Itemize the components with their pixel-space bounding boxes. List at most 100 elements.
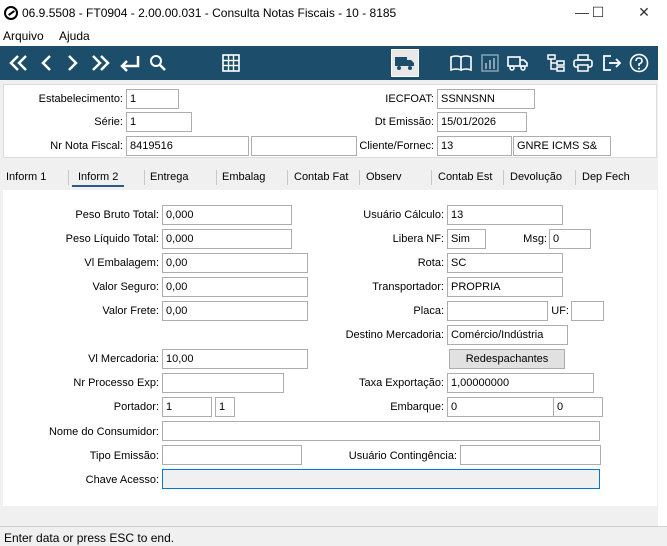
vl-mercadoria-field[interactable]: 10,00	[162, 349, 308, 369]
tab-devolucao[interactable]: Devolução	[510, 171, 562, 183]
prev-icon[interactable]	[36, 46, 56, 80]
libera-nf-label: Libera NF:	[392, 233, 444, 245]
embarque-field[interactable]: 0	[447, 397, 554, 417]
usuario-calculo-label: Usuário Cálculo:	[363, 209, 444, 221]
close-button[interactable]: ✕	[629, 4, 659, 22]
dt-emissao-field[interactable]: 15/01/2026	[437, 112, 527, 132]
chave-acesso-label: Chave Acesso:	[85, 474, 159, 486]
cliente-name-field[interactable]: GNRE ICMS S&	[513, 136, 611, 156]
vl-mercadoria-label: Vl Mercadoria:	[88, 353, 159, 365]
estabelecimento-label: Estabelecimento:	[38, 93, 123, 105]
libera-nf-field[interactable]: Sim	[447, 229, 486, 249]
status-message: Enter data or press ESC to end.	[4, 531, 175, 545]
taxa-exportacao-label: Taxa Exportação:	[359, 377, 444, 389]
portador-field[interactable]: 1	[162, 397, 212, 417]
msg-label: Msg:	[523, 233, 547, 245]
estabelecimento-field[interactable]: 1	[126, 89, 179, 109]
iecfoat-label: IECFOAT:	[385, 93, 434, 105]
grid-icon[interactable]	[220, 46, 242, 80]
vl-embalagem-label: Vl Embalagem:	[84, 257, 159, 269]
nr-processo-field[interactable]	[162, 373, 284, 393]
cliente-label: Cliente/Fornec:	[359, 140, 434, 152]
serie-label: Série:	[94, 116, 123, 128]
redespachantes-button[interactable]: Redespachantes	[449, 349, 565, 369]
truck-icon[interactable]	[391, 49, 419, 77]
rota-field[interactable]: SC	[447, 253, 563, 273]
transportador-field[interactable]: PROPRIA	[447, 277, 563, 297]
tab-entrega[interactable]: Entrega	[150, 171, 189, 183]
title-bar: 06.9.5508 - FT0904 - 2.00.00.031 - Consu…	[0, 0, 667, 27]
window-title: 06.9.5508 - FT0904 - 2.00.00.031 - Consu…	[22, 6, 397, 20]
portador-label: Portador:	[113, 401, 159, 413]
vertical-scrollbar[interactable]	[658, 46, 667, 526]
valor-frete-label: Valor Frete:	[102, 305, 159, 317]
peso-liquido-label: Peso Líquido Total:	[65, 233, 159, 245]
search-icon[interactable]	[147, 46, 169, 80]
valor-seguro-label: Valor Seguro:	[92, 281, 159, 293]
taxa-exportacao-field[interactable]: 1,00000000	[447, 373, 594, 393]
portador-modal-field[interactable]: 1	[215, 397, 235, 417]
tab-observ[interactable]: Observ	[366, 171, 401, 183]
last-icon[interactable]	[89, 46, 113, 80]
delivery-icon[interactable]	[505, 46, 531, 80]
peso-liquido-field[interactable]: 0,000	[162, 229, 292, 249]
tab-separator	[68, 170, 69, 185]
embarque-label: Embarque:	[390, 401, 444, 413]
tab-embalag[interactable]: Embalag	[222, 171, 265, 183]
tipo-emissao-label: Tipo Emissão:	[89, 450, 159, 462]
vl-embalagem-field[interactable]: 0,00	[162, 253, 308, 273]
toolbar	[0, 46, 658, 80]
menu-bar: Arquivo Ajuda	[0, 27, 667, 46]
chart-icon[interactable]	[479, 46, 501, 80]
embarque-seq-field[interactable]: 0	[553, 397, 603, 417]
cliente-code-field[interactable]: 13	[437, 136, 512, 156]
form-panel: Peso Bruto Total: 0,000 Peso Líquido Tot…	[3, 190, 657, 506]
maximize-button[interactable]: ☐	[583, 4, 613, 22]
nr-nota-field[interactable]: 8419516	[126, 136, 249, 156]
goto-icon[interactable]	[117, 46, 143, 80]
print-icon[interactable]	[572, 46, 594, 80]
usuario-calculo-field[interactable]: 13	[447, 205, 563, 225]
next-icon[interactable]	[63, 46, 83, 80]
tab-contab-fat[interactable]: Contab Fat	[294, 171, 348, 183]
tab-contab-est[interactable]: Contab Est	[438, 171, 492, 183]
first-icon[interactable]	[6, 46, 30, 80]
placa-field[interactable]	[447, 301, 548, 321]
menu-arquivo[interactable]: Arquivo	[3, 29, 44, 43]
tipo-emissao-field[interactable]	[162, 445, 302, 465]
destino-label: Destino Mercadoria:	[345, 329, 444, 341]
serie-field[interactable]: 1	[126, 112, 192, 132]
menu-ajuda[interactable]: Ajuda	[59, 29, 90, 43]
rota-label: Rota:	[417, 257, 444, 269]
valor-seguro-field[interactable]: 0,00	[162, 277, 308, 297]
app-icon	[4, 6, 18, 20]
peso-bruto-field[interactable]: 0,000	[162, 205, 292, 225]
msg-field[interactable]: 0	[549, 229, 591, 249]
help-icon[interactable]	[628, 46, 650, 80]
usuario-contingencia-label: Usuário Contingência:	[348, 450, 457, 462]
destino-field[interactable]: Comércio/Indústria	[447, 325, 568, 345]
iecfoat-field[interactable]: SSNNSNN	[437, 89, 535, 109]
nr-nota-label: Nr Nota Fiscal:	[50, 140, 123, 152]
peso-bruto-label: Peso Bruto Total:	[75, 209, 159, 221]
book-icon[interactable]	[448, 46, 474, 80]
uf-field[interactable]	[571, 301, 604, 321]
tab-separator	[359, 170, 360, 185]
tab-separator	[144, 170, 145, 185]
nome-consumidor-label: Nome do Consumidor:	[48, 426, 159, 438]
tree-icon[interactable]	[545, 46, 567, 80]
header-panel: Estabelecimento: 1 Série: 1 Nr Nota Fisc…	[3, 84, 657, 158]
nome-consumidor-field[interactable]	[162, 421, 600, 441]
tab-separator	[575, 170, 576, 185]
nr-processo-label: Nr Processo Exp:	[73, 377, 159, 389]
status-bar: Enter data or press ESC to end.	[0, 526, 667, 546]
tab-inform-1[interactable]: Inform 1	[6, 171, 46, 183]
usuario-contingencia-field[interactable]	[460, 445, 601, 465]
placa-label: Placa:	[413, 305, 444, 317]
valor-frete-field[interactable]: 0,00	[162, 301, 308, 321]
chave-acesso-field[interactable]	[162, 469, 600, 489]
tab-inform-2[interactable]: Inform 2	[72, 171, 125, 187]
exit-icon[interactable]	[601, 46, 623, 80]
tab-dep-fech[interactable]: Dep Fech	[582, 171, 630, 183]
uf-label: UF:	[551, 305, 569, 317]
